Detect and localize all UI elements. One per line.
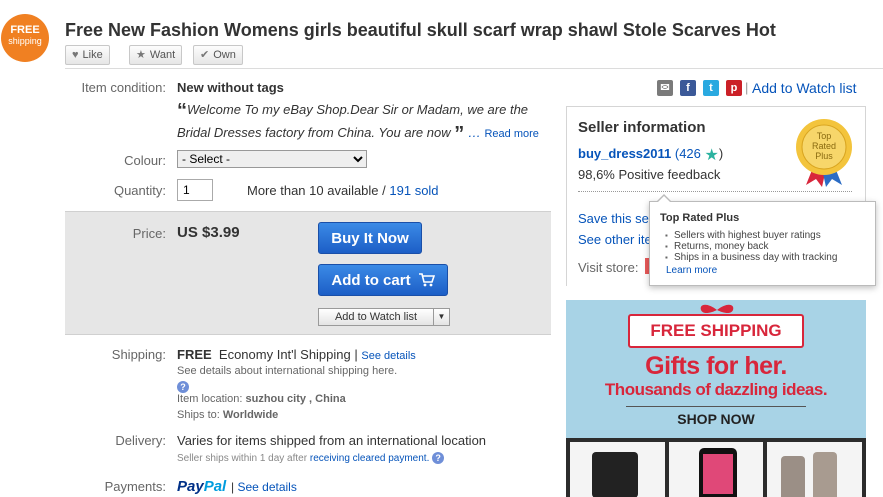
delivery-note-prefix: Seller ships within 1 day after xyxy=(177,453,308,464)
shipping-summary: FREE Economy Int'l Shipping | See detail… xyxy=(177,347,416,362)
availability: More than 10 available / 191 sold xyxy=(247,183,439,198)
tooltip-title: Top Rated Plus xyxy=(660,212,740,224)
colour-select[interactable]: - Select - xyxy=(177,150,367,168)
pinterest-icon[interactable]: p xyxy=(726,80,742,96)
facebook-icon[interactable]: f xyxy=(680,80,696,96)
ad-headline: Gifts for her. xyxy=(645,352,787,380)
quantity-input[interactable] xyxy=(177,179,213,201)
add-to-cart-button[interactable]: Add to cart xyxy=(318,264,448,296)
paypal-logo: PayPal xyxy=(177,478,226,495)
price-value: US $3.99 xyxy=(177,224,240,241)
seller-name-row: buy_dress2011 (426 ★) xyxy=(578,146,724,164)
cleared-payment-link[interactable]: receiving cleared payment. xyxy=(310,453,430,464)
paypal-logo-part2: Pal xyxy=(203,478,227,495)
gifts-ad-banner[interactable]: FREE SHIPPING Gifts for her. Thousands o… xyxy=(566,300,866,497)
own-button[interactable]: ✔ Own xyxy=(193,45,243,65)
tooltip-list: Sellers with highest buyer ratings Retur… xyxy=(660,230,865,263)
read-more-link[interactable]: Read more xyxy=(484,128,538,140)
ad-subline: Thousands of dazzling ideas. xyxy=(604,380,828,399)
add-to-watch-list-label: Add to Watch list xyxy=(334,311,418,323)
ships-to: Ships to: Worldwide xyxy=(177,409,278,421)
item-location-value: suzhou city , China xyxy=(245,393,346,405)
heart-icon: ♥ xyxy=(72,49,79,61)
visit-store-label: Visit store: xyxy=(578,260,639,275)
ships-to-value: Worldwide xyxy=(222,409,279,421)
quantity-label: Quantity: xyxy=(113,183,166,198)
delivery-note: Seller ships within 1 day after receivin… xyxy=(177,452,445,464)
top-rated-plus-medal-icon[interactable]: Top Rated Plus xyxy=(792,117,856,187)
seller-score-link[interactable]: (426 xyxy=(675,146,701,161)
paypal-logo-part1: Pay xyxy=(177,478,204,495)
badge-line1: FREE xyxy=(10,24,40,36)
sold-link[interactable]: 191 sold xyxy=(389,183,438,198)
star-icon: ★ xyxy=(136,49,146,61)
tooltip-item: Sellers with highest buyer ratings xyxy=(665,230,865,241)
free-shipping-badge: FREE shipping xyxy=(1,14,49,62)
delivery-label: Delivery: xyxy=(115,433,166,448)
boots-image[interactable] xyxy=(767,442,863,497)
buy-it-now-button[interactable]: Buy It Now xyxy=(318,222,422,254)
seller-description-quote: “Welcome To my eBay Shop.Dear Sir or Mad… xyxy=(177,100,539,145)
shipping-method: Economy Int'l Shipping xyxy=(218,347,351,362)
coffee-maker-image[interactable] xyxy=(570,442,665,497)
help-icon[interactable]: ? xyxy=(177,381,189,393)
feedback-star-icon: ★ xyxy=(704,147,719,164)
ad-product-tiles xyxy=(566,438,866,497)
close-quote-icon: ” xyxy=(454,123,465,145)
ships-to-label: Ships to: xyxy=(177,409,220,421)
intl-shipping-note: See details about international shipping… xyxy=(177,365,398,377)
seller-name-link[interactable]: buy_dress2011 xyxy=(578,146,671,161)
positive-feedback: 98,6% Positive feedback xyxy=(578,167,721,182)
item-title: Free New Fashion Womens girls beautiful … xyxy=(65,20,776,40)
add-to-watch-list-link[interactable]: Add to Watch list xyxy=(752,80,857,96)
top-rated-plus-tooltip: Top Rated Plus Sellers with highest buye… xyxy=(649,194,876,286)
checkmark-icon: ✔ xyxy=(200,49,210,61)
chevron-down-icon[interactable]: ▼ xyxy=(433,309,449,325)
help-icon[interactable]: ? xyxy=(432,452,445,464)
price-label: Price: xyxy=(132,226,166,241)
want-button[interactable]: ★ Want xyxy=(129,45,183,65)
want-label: Want xyxy=(149,49,176,61)
shop-now-link[interactable]: SHOP NOW xyxy=(626,406,806,427)
medal-text-plus: Plus xyxy=(815,151,833,161)
tooltip-item: Ships in a business day with tracking xyxy=(665,252,865,263)
shopping-cart-icon xyxy=(418,273,435,287)
add-to-watch-list-button[interactable]: Add to Watch list ▼ xyxy=(318,308,450,326)
available-text: More than 10 available / xyxy=(247,183,386,198)
learn-more-link[interactable]: Learn more xyxy=(660,265,865,276)
medal-text-rated: Rated xyxy=(812,141,836,151)
seller-info-title: Seller information xyxy=(578,119,706,136)
email-icon[interactable]: ✉ xyxy=(657,80,673,96)
badge-line2: shipping xyxy=(8,36,42,46)
tooltip-item: Returns, money back xyxy=(665,241,865,252)
add-to-cart-label: Add to cart xyxy=(331,271,411,289)
payments-label: Payments: xyxy=(104,479,166,494)
see-other-items-link[interactable]: See other ite xyxy=(578,232,652,247)
shipping-see-details-link[interactable]: See details xyxy=(361,350,415,362)
payments-details: | See details xyxy=(231,480,297,494)
item-location-label: Item location: xyxy=(177,393,243,405)
like-label: Like xyxy=(82,49,103,61)
shipping-free: FREE xyxy=(177,347,212,362)
condition-label: Item condition: xyxy=(81,80,166,95)
colour-label: Colour: xyxy=(124,153,166,168)
free-shipping-ribbon: FREE SHIPPING xyxy=(628,314,804,348)
open-quote-icon: “ xyxy=(177,100,187,122)
twitter-icon[interactable]: t xyxy=(703,80,719,96)
medal-text-top: Top xyxy=(817,131,832,141)
condition-value: New without tags xyxy=(177,80,284,95)
shipping-label: Shipping: xyxy=(111,347,166,362)
save-seller-link[interactable]: Save this se xyxy=(578,211,649,226)
buy-it-now-label: Buy It Now xyxy=(331,229,409,247)
smartphone-image[interactable] xyxy=(668,442,764,497)
delivery-text: Varies for items shipped from an interna… xyxy=(177,433,487,448)
header-divider xyxy=(65,68,883,69)
seller-divider xyxy=(578,191,852,192)
like-button[interactable]: ♥ Like xyxy=(65,45,110,65)
payments-see-details-link[interactable]: See details xyxy=(237,480,296,494)
item-location: Item location: suzhou city , China xyxy=(177,393,346,405)
own-label: Own xyxy=(213,49,236,61)
